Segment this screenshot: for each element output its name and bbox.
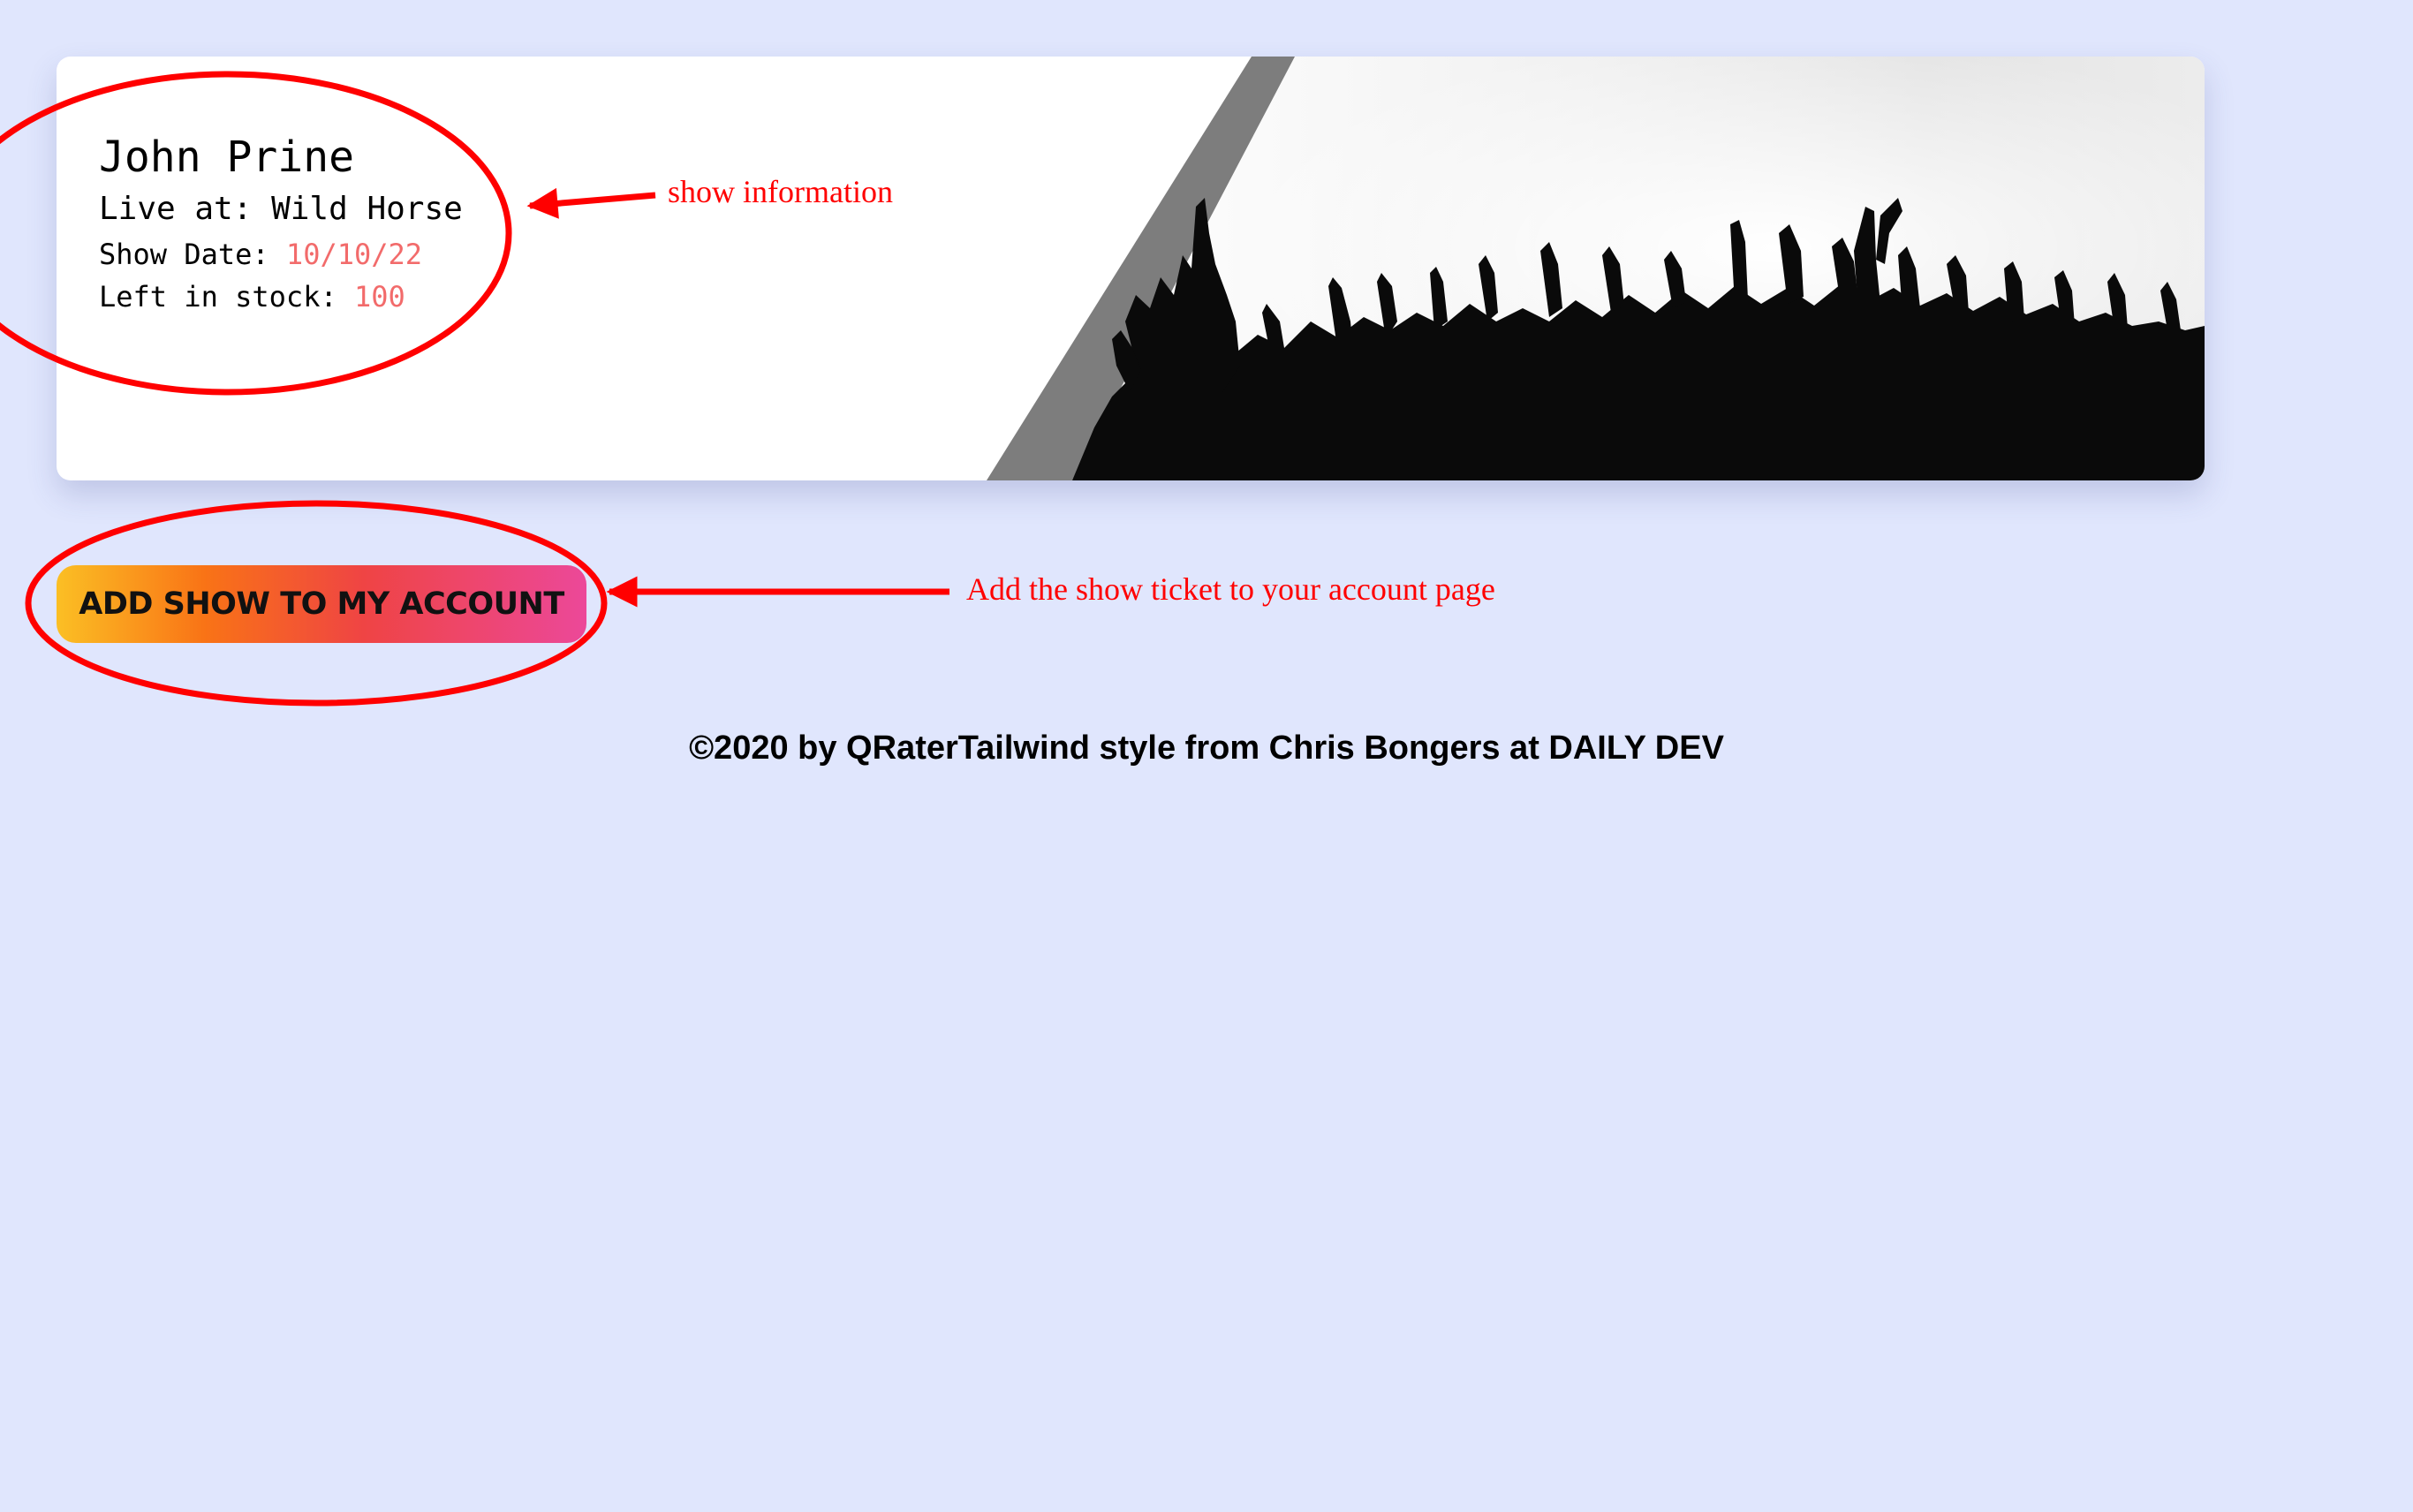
show-date-label: Show Date:: [99, 238, 269, 271]
venue-line: Live at: Wild Horse: [99, 185, 463, 233]
venue-name: Wild Horse: [271, 191, 463, 227]
show-information: John Prine Live at: Wild Horse Show Date…: [99, 129, 463, 318]
show-date-value: 10/10/22: [285, 238, 423, 271]
venue-label: Live at:: [99, 191, 253, 227]
add-show-button[interactable]: ADD SHOW TO MY ACCOUNT: [57, 565, 586, 643]
artist-name: John Prine: [99, 132, 354, 182]
show-card: John Prine Live at: Wild Horse Show Date…: [57, 57, 2205, 480]
show-info-annotation: show information: [668, 174, 893, 209]
footer-credit: ©2020 by QRaterTailwind style from Chris…: [689, 730, 1724, 767]
show-date-line: Show Date: 10/10/22: [99, 233, 463, 276]
stock-line: Left in stock: 100: [99, 276, 463, 318]
add-ticket-annotation: Add the show ticket to your account page: [966, 571, 1495, 607]
stock-label: Left in stock:: [99, 280, 337, 314]
stock-value: 100: [353, 280, 405, 314]
